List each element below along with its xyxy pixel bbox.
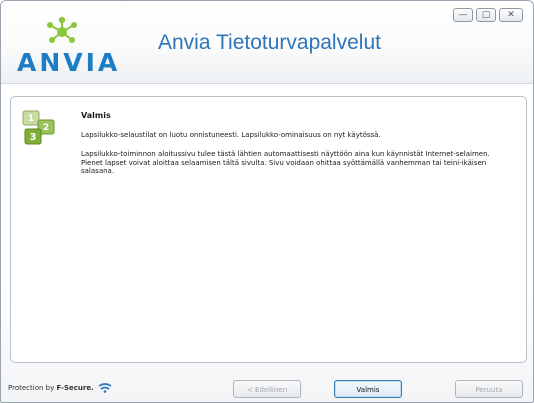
- svg-text:1: 1: [28, 114, 34, 124]
- section-heading: Valmis: [81, 111, 111, 120]
- logo-text: ANVIA: [17, 48, 121, 77]
- protection-by-label: Protection by F-Secure.: [8, 383, 112, 393]
- window-title: Anvia Tietoturvapalvelut: [158, 31, 381, 54]
- minimize-icon: —: [458, 10, 468, 20]
- window-controls: — ▢ ✕: [453, 8, 523, 22]
- cancel-button[interactable]: Peruuta: [455, 380, 523, 398]
- minimize-button[interactable]: —: [453, 8, 473, 22]
- installer-window: ANVIA Anvia Tietoturvapalvelut — ▢ ✕ 1 2…: [0, 0, 534, 403]
- anvia-logo-icon: [47, 16, 77, 43]
- content-panel: 1 2 3 Valmis Lapsilukko-selaustilat on l…: [10, 96, 527, 363]
- anvia-logo: ANVIA: [17, 15, 121, 77]
- previous-button[interactable]: < Edellinen: [233, 380, 301, 398]
- maximize-icon: ▢: [481, 10, 491, 20]
- finish-button[interactable]: Valmis: [334, 380, 402, 398]
- close-icon: ✕: [507, 10, 515, 20]
- fsecure-brand: F-Secure.: [56, 384, 94, 392]
- maximize-button[interactable]: ▢: [476, 8, 496, 22]
- window-header: ANVIA Anvia Tietoturvapalvelut — ▢ ✕: [1, 1, 533, 84]
- steps-icon: 1 2 3: [22, 110, 55, 145]
- window-footer: Protection by F-Secure. < Edellinen Valm…: [1, 369, 533, 402]
- svg-text:3: 3: [30, 132, 37, 143]
- status-message: Lapsilukko-selaustilat on luotu onnistun…: [81, 131, 381, 139]
- svg-text:2: 2: [43, 123, 49, 133]
- protection-prefix: Protection by: [8, 384, 55, 392]
- close-button[interactable]: ✕: [499, 8, 523, 22]
- info-message: Lapsilukko-toiminnon aloitussivu tulee t…: [81, 150, 490, 175]
- fsecure-logo-icon: [98, 383, 112, 393]
